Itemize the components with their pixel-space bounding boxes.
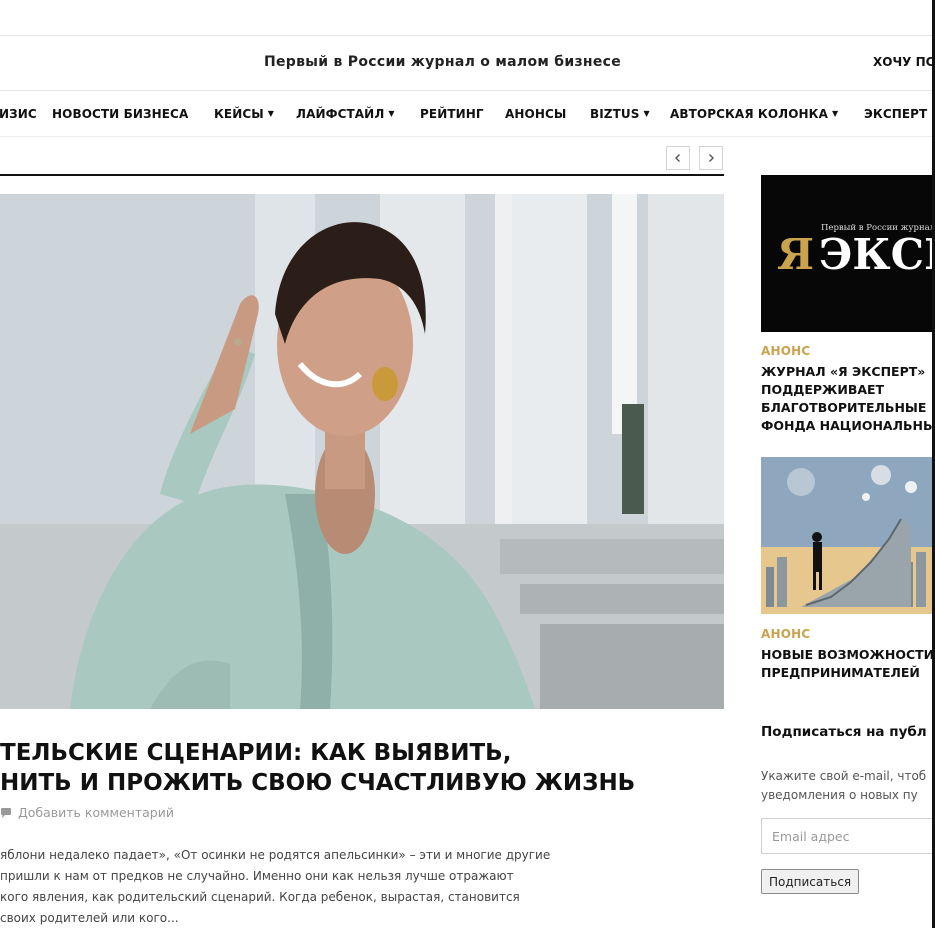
stairs-promo-image[interactable]: [761, 457, 935, 614]
promo1-title-line: ЖУРНАЛ «Я ЭКСПЕРТ»: [761, 364, 926, 379]
promo1-title-line: ФОНДА НАЦИОНАЛЬНЫ: [761, 418, 935, 433]
chevron-down-icon: ▼: [831, 109, 839, 118]
article-hero-image[interactable]: [0, 194, 724, 709]
nav-item-lifestyle[interactable]: ЛАЙФСТАЙЛ ▼: [296, 107, 395, 121]
subscribe-button[interactable]: Подписаться: [761, 869, 860, 894]
article-meta: Добавить комментарий: [0, 805, 174, 820]
article-title-line-2: НИТЬ И ПРОЖИТЬ СВОЮ СЧАСТЛИВУЮ ЖИЗНЬ: [0, 770, 636, 796]
subscribe-description-line: Укажите свой e-mail, чтоб: [761, 769, 927, 783]
promo1-title-line: ПОДДЕРЖИВАЕТ: [761, 382, 885, 397]
comment-icon: [1, 807, 11, 818]
chevron-down-icon: ▼: [643, 109, 650, 118]
nav-item-biztus[interactable]: BIZTUS ▼: [590, 107, 650, 121]
slider-prev-button[interactable]: [666, 146, 690, 170]
promo2-title[interactable]: НОВЫЕ ВОЗМОЖНОСТИ ПРЕДПРИНИМАТЕЛЕЙ: [761, 646, 935, 682]
email-field[interactable]: [761, 818, 935, 854]
promo1-title[interactable]: ЖУРНАЛ «Я ЭКСПЕРТ» ПОДДЕРЖИВАЕТ БЛАГОТВО…: [761, 363, 935, 435]
article-title-line-1: ТЕЛЬСКИЕ СЦЕНАРИИ: КАК ВЫЯВИТЬ,: [0, 740, 512, 766]
nav-item-author-column[interactable]: АВТОРСКАЯ КОЛОНКА ▼: [670, 107, 838, 121]
excerpt-line: своих родителей или кого...: [0, 911, 179, 925]
top-bar: Первый в России журнал о малом бизнесе Х…: [0, 35, 935, 91]
section-divider: [0, 174, 724, 176]
nav-item-expert[interactable]: ЭКСПЕРТ: [864, 107, 927, 121]
main-nav: ИЗИС НОВОСТИ БИЗНЕСА КЕЙСЫ ▼ ЛАЙФСТАЙЛ ▼ Р…: [0, 92, 935, 137]
article-excerpt: яблони недалеко падает», «От осинки не р…: [0, 845, 600, 929]
promo2-tag[interactable]: АНОНС: [761, 627, 810, 641]
subscribe-description-line: уведомления о новых пу: [761, 788, 918, 802]
promo2-title-line: НОВЫЕ ВОЗМОЖНОСТИ: [761, 647, 935, 662]
add-comment-link[interactable]: Добавить комментарий: [18, 805, 174, 820]
chevron-down-icon: ▼: [388, 109, 395, 118]
nav-item-cases[interactable]: КЕЙСЫ ▼: [214, 107, 274, 121]
promo1-title-line: БЛАГОТВОРИТЕЛЬНЫЕ: [761, 400, 927, 415]
nav-item-business-news[interactable]: НОВОСТИ БИЗНЕСА: [52, 107, 188, 121]
hero-photo: [0, 194, 724, 709]
subscribe-heading: Подписаться на публ: [761, 724, 927, 740]
chevron-left-icon: [675, 154, 680, 162]
site-tagline: Первый в России журнал о малом бизнесе: [263, 54, 622, 70]
ya-expert-promo-image[interactable]: Первый в России журнал Я ЭКСП: [761, 175, 935, 332]
nav-item-izis[interactable]: ИЗИС: [0, 107, 37, 121]
logo-wordmark: ЭКСП: [819, 230, 935, 279]
nav-item-announcements[interactable]: АНОНСЫ: [505, 107, 566, 121]
slider-next-button[interactable]: [699, 146, 723, 170]
excerpt-line: яблони недалеко падает», «От осинки не р…: [0, 848, 551, 862]
excerpt-line: пришли к нам от предков не случайно. Име…: [0, 869, 514, 883]
subscribe-description: Укажите свой e-mail, чтоб уведомления о …: [761, 767, 935, 805]
article-title[interactable]: ТЕЛЬСКИЕ СЦЕНАРИИ: КАК ВЫЯВИТЬ, НИТЬ И П…: [0, 738, 730, 798]
header-cta-link[interactable]: ХОЧУ ПС: [873, 55, 934, 69]
logo-ya-letter: Я: [777, 230, 815, 279]
chevron-down-icon: ▼: [267, 109, 275, 118]
promo1-tag[interactable]: АНОНС: [761, 344, 810, 358]
chevron-right-icon: [709, 154, 714, 162]
promo2-title-line: ПРЕДПРИНИМАТЕЛЕЙ: [761, 665, 920, 680]
nav-item-rating[interactable]: РЕЙТИНГ: [420, 107, 484, 121]
excerpt-line: кого явления, как родительский сценарий.…: [0, 890, 520, 904]
stairs-illustration: [761, 457, 935, 614]
